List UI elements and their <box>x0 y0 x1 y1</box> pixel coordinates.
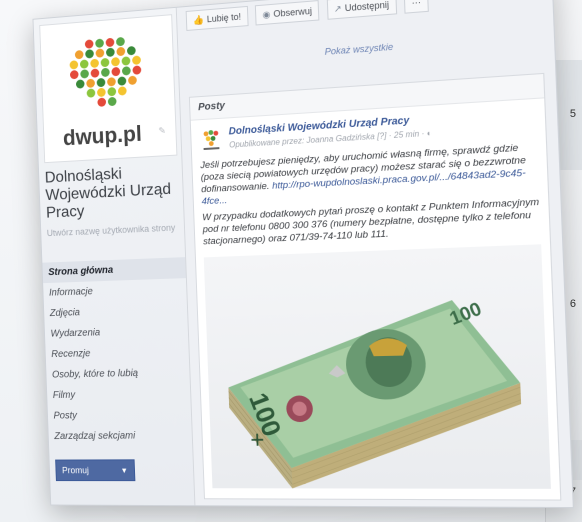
create-username-link[interactable]: Utwórz nazwę użytkownika strony <box>47 223 177 240</box>
banknote-stack-image: 100 100 + <box>225 298 551 489</box>
edit-picture-icon[interactable]: ✎ <box>158 125 166 136</box>
logo-dot <box>84 39 94 49</box>
logo-dot <box>106 77 116 87</box>
post-photo[interactable]: 100 100 + <box>203 244 551 489</box>
logo-dot <box>100 57 110 68</box>
logo-dot <box>107 96 117 107</box>
page-main: 👍 Lubię to! ◉ Obserwuj ↗ Udostępnij ··· Pok… <box>185 0 566 507</box>
logo-dot <box>121 66 131 76</box>
logo-dot <box>75 79 85 89</box>
logo-dot <box>111 66 121 77</box>
logo-dot <box>69 60 79 70</box>
thumbs-up-icon: 👍 <box>192 14 205 26</box>
logo-dot <box>94 38 104 49</box>
logo-dot <box>115 36 125 47</box>
logo-dot <box>79 59 89 69</box>
posts-section: Posty Dolnośląski Wojewódzki Urząd Pracy… <box>188 72 562 501</box>
page-title: Dolnośląski Wojewódzki Urząd Pracy <box>44 165 172 222</box>
share-label: Udostępnij <box>344 0 390 14</box>
logo-dot <box>96 97 106 107</box>
promote-label: Promuj <box>61 465 90 476</box>
show-all-link[interactable]: Pokaż wszystkie <box>187 31 540 67</box>
like-button[interactable]: 👍 Lubię to! <box>185 5 249 31</box>
logo-dot <box>132 55 142 65</box>
logo-dot <box>90 68 100 78</box>
logo-dot <box>111 57 120 67</box>
screenshot-stage: 5 6 7 dwup.pl ✎ Dolnośląski Wojewódzki U… <box>0 0 582 522</box>
sidebar-nav: Strona główna Informacje Zdjęcia Wydarze… <box>42 257 192 447</box>
rss-icon: ◉ <box>262 9 271 20</box>
logo-dot <box>115 46 125 57</box>
logo-dot <box>86 88 95 98</box>
profile-picture[interactable]: dwup.pl ✎ <box>39 14 178 164</box>
logo-dots-icon <box>69 35 148 109</box>
logo-dot <box>106 86 116 97</box>
dropdown-caret-icon: ▾ <box>121 465 127 476</box>
page-number: 5 <box>569 108 576 120</box>
logo-mini-icon <box>203 129 220 151</box>
share-arrow-icon: ↗ <box>333 3 342 15</box>
logo-dot <box>84 49 94 59</box>
logo-dot <box>132 65 142 75</box>
more-button[interactable]: ··· <box>403 0 429 14</box>
logo-dot <box>85 78 95 89</box>
sidebar-item-videos[interactable]: Filmy <box>47 383 191 406</box>
logo-dot <box>126 45 136 56</box>
sidebar-item-reviews[interactable]: Recenzje <box>45 341 189 365</box>
logo-dot <box>80 69 89 79</box>
sidebar-item-manage-tabs[interactable]: Zarządzaj sekcjami <box>48 425 192 447</box>
author-avatar[interactable] <box>198 126 224 153</box>
logo-dot <box>117 86 127 96</box>
follow-button[interactable]: ◉ Obserwuj <box>255 0 320 26</box>
logo-dot <box>74 49 84 60</box>
sidebar-item-posts[interactable]: Posty <box>48 404 192 426</box>
logo-dot <box>117 76 126 86</box>
logo-dot <box>105 47 115 58</box>
facebook-page-view: dwup.pl ✎ Dolnośląski Wojewódzki Urząd P… <box>32 0 574 509</box>
page-sidebar: dwup.pl ✎ Dolnośląski Wojewódzki Urząd P… <box>33 7 196 506</box>
logo-dot <box>90 58 100 69</box>
logo-dot <box>105 37 114 48</box>
logo-dot <box>96 87 106 98</box>
logo-dot <box>96 77 105 88</box>
page-number: 6 <box>569 298 576 310</box>
logo-text: dwup.pl <box>62 120 143 151</box>
logo-dot <box>69 69 79 80</box>
logo-dot <box>127 75 137 86</box>
page-actions: 👍 Lubię to! ◉ Obserwuj ↗ Udostępnij ··· <box>185 0 540 33</box>
promote-button[interactable]: Promuj ▾ <box>55 459 136 482</box>
like-label: Lubię to! <box>206 11 242 25</box>
follow-label: Obserwuj <box>273 5 313 19</box>
sidebar-item-likes[interactable]: Osoby, które to lubią <box>46 362 190 385</box>
logo-dot <box>121 56 131 66</box>
share-button[interactable]: ↗ Udostępnij <box>326 0 397 20</box>
logo-dot <box>95 48 104 58</box>
logo-dot <box>100 67 110 78</box>
